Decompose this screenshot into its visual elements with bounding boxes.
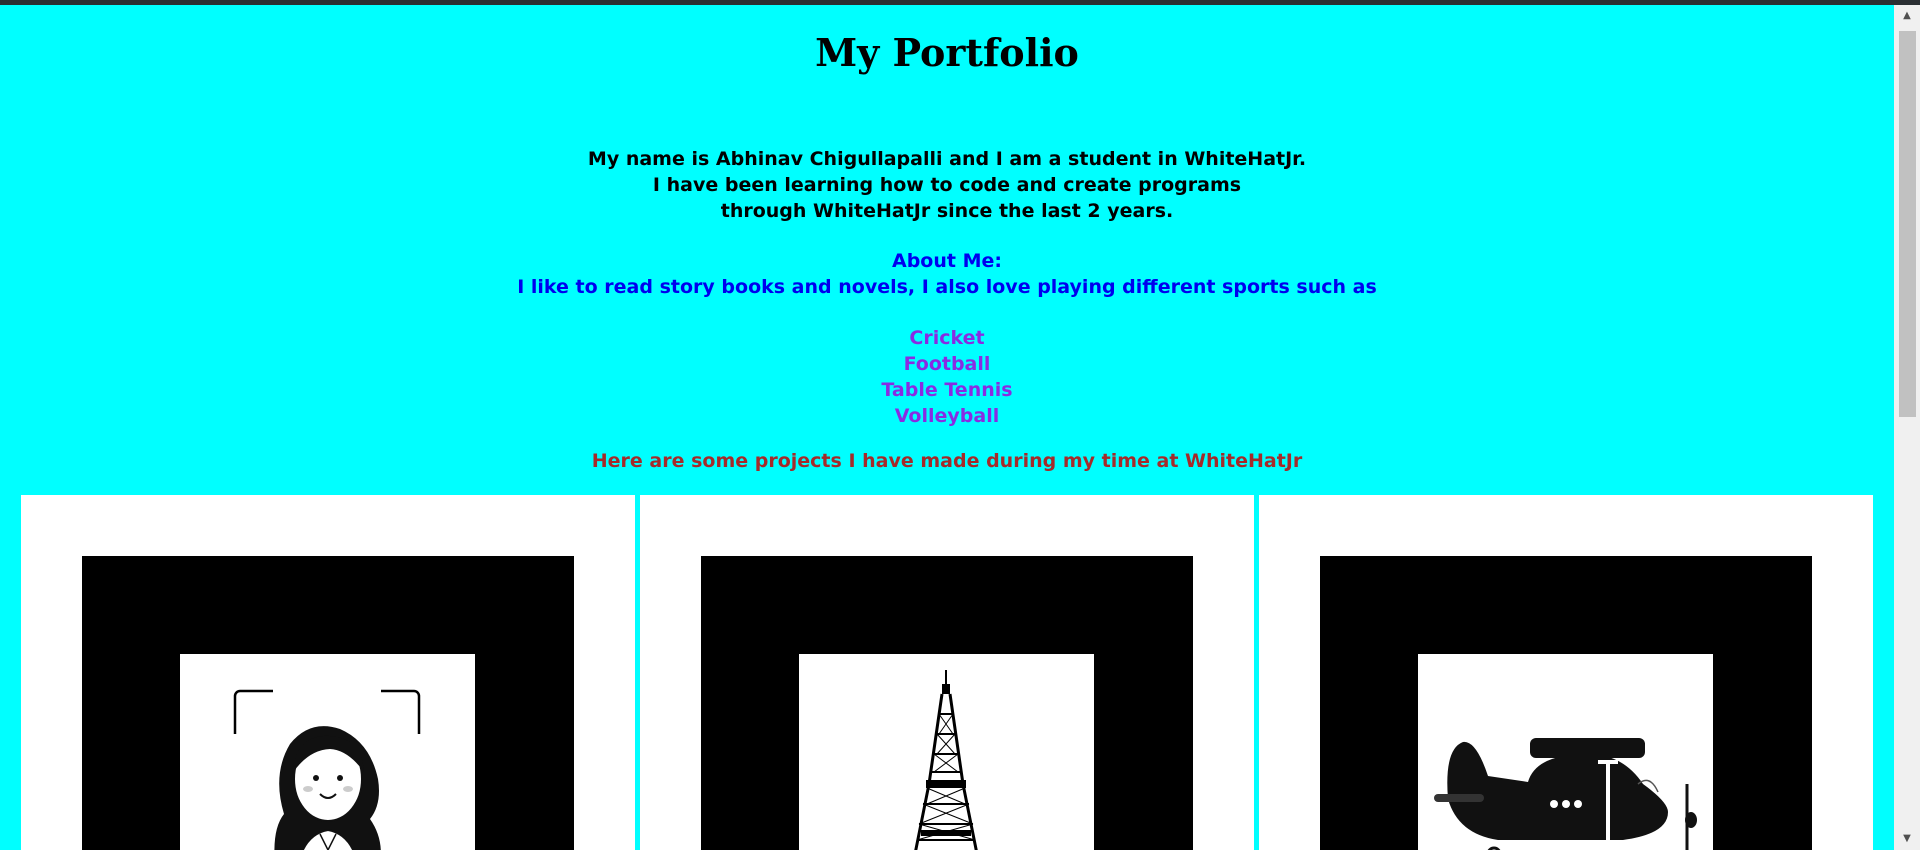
project-frame [701,556,1193,850]
sports-list-item: Table Tennis [881,379,1013,401]
scroll-down-arrow-icon[interactable]: ▼ [1894,828,1920,850]
page-title: My Portfolio [815,30,1079,75]
scroll-up-arrow-icon[interactable]: ▲ [1894,5,1920,27]
scrollbar-thumb[interactable] [1899,31,1916,417]
eiffel-tower-icon [914,670,978,850]
project-frame [1320,556,1812,850]
portfolio-page: My Portfolio My name is Abhinav Chigulla… [0,5,1894,850]
project-frame [82,556,574,850]
project-card[interactable] [21,495,635,850]
girl-portrait-icon [233,689,421,850]
sports-list: Cricket Football Table Tennis Volleyball [0,325,1894,429]
project-card[interactable] [640,495,1254,850]
vertical-scrollbar[interactable]: ▲ ▼ [1894,5,1920,850]
project-card[interactable] [1259,495,1873,850]
about-heading: About Me: [892,250,1002,272]
intro-line: My name is Abhinav Chigullapalli and I a… [587,148,1307,170]
project-thumbnail[interactable] [799,654,1094,850]
project-thumbnail[interactable] [180,654,475,850]
intro-text: My name is Abhinav Chigullapalli and I a… [0,146,1894,224]
about-section: About Me: I like to read story books and… [0,248,1894,300]
projects-heading: Here are some projects I have made durin… [591,450,1303,472]
project-thumbnail[interactable] [1418,654,1713,850]
intro-line: I have been learning how to code and cre… [652,174,1242,196]
sports-list-item: Cricket [909,327,985,349]
airplane-icon [1434,738,1697,850]
sports-list-item: Volleyball [894,405,1000,427]
intro-line: through WhiteHatJr since the last 2 year… [720,200,1174,222]
sports-list-item: Football [903,353,991,375]
about-text: I like to read story books and novels, I… [517,276,1377,298]
